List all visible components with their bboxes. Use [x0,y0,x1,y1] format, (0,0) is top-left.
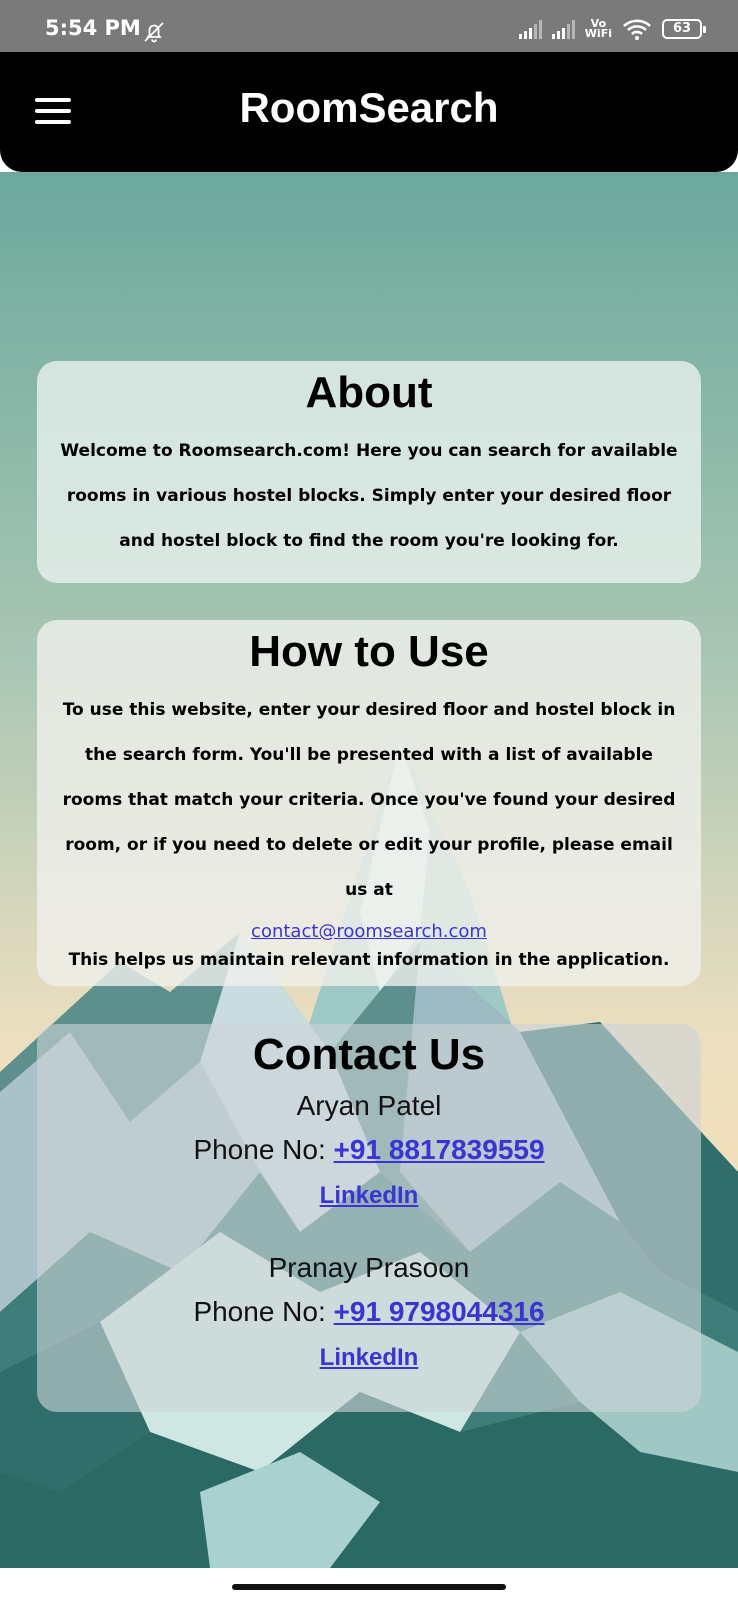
linkedin-link[interactable]: LinkedIn [320,1174,419,1218]
contact-person: Aryan Patel Phone No: +91 8817839559 Lin… [37,1086,701,1218]
contact-phone-row: Phone No: +91 8817839559 [37,1126,701,1174]
how-to-use-after-text: This helps us maintain relevant informat… [68,950,670,970]
contact-phone-row: Phone No: +91 9798044316 [37,1288,701,1336]
home-indicator[interactable] [232,1584,506,1590]
phone-label: Phone No: [193,1296,326,1327]
contact-name: Aryan Patel [296,1090,442,1121]
phone-label: Phone No: [193,1134,326,1165]
signal-icon [551,19,575,39]
contact-name: Pranay Prasoon [268,1252,470,1283]
phone-link[interactable]: +91 8817839559 [334,1134,545,1165]
contact-us-heading: Contact Us [252,1030,486,1079]
about-card: About Welcome to Roomsearch.com! Here yo… [37,361,701,583]
battery-icon: 63 [662,19,706,39]
navigation-bar [0,1568,738,1600]
app-title: RoomSearch [239,84,499,131]
signal-icon [518,19,542,39]
app-bar: RoomSearch [0,52,738,172]
contact-email-link[interactable]: contact@roomsearch.com [251,921,487,942]
contact-us-card: Contact Us Aryan Patel Phone No: +91 881… [37,1024,701,1412]
vowifi-icon: Vo WiFi [584,18,612,40]
status-bar: 5:54 PM Vo WiFi 63 [0,0,738,52]
contact-person: Pranay Prasoon Phone No: +91 9798044316 … [37,1248,701,1380]
phone-link[interactable]: +91 9798044316 [334,1296,545,1327]
wifi-icon [623,19,651,40]
vowifi-bottom: WiFi [584,27,612,40]
status-time: 5:54 PM [45,16,141,40]
how-to-use-heading: How to Use [249,627,489,676]
linkedin-link[interactable]: LinkedIn [320,1336,419,1380]
how-to-use-text: To use this website, enter your desired … [62,700,676,900]
about-heading: About [305,368,433,417]
about-text: Welcome to Roomsearch.com! Here you can … [60,441,678,551]
how-to-use-card: How to Use To use this website, enter yo… [37,620,701,986]
bell-off-icon [144,22,164,43]
